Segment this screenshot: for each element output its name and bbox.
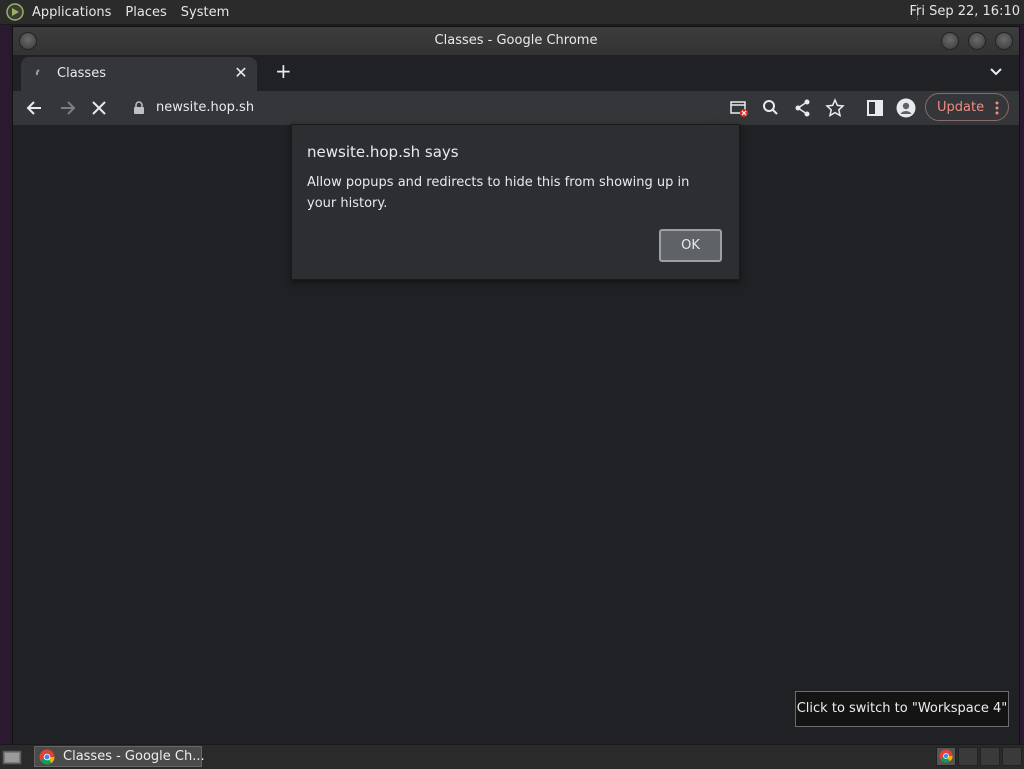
distro-logo-icon[interactable] bbox=[6, 3, 24, 21]
forward-arrow-icon[interactable] bbox=[57, 98, 77, 118]
window-titlebar[interactable]: Classes - Google Chrome bbox=[13, 27, 1019, 55]
loading-spinner-icon bbox=[35, 69, 40, 76]
dialog-message: Allow popups and redirects to hide this … bbox=[307, 175, 690, 211]
workspace-2[interactable] bbox=[958, 747, 978, 766]
ok-button[interactable]: OK bbox=[659, 229, 722, 262]
lock-icon[interactable] bbox=[133, 101, 145, 115]
profile-avatar-icon[interactable] bbox=[896, 98, 916, 118]
back-arrow-icon[interactable] bbox=[25, 98, 45, 118]
window-title: Classes - Google Chrome bbox=[434, 33, 598, 48]
taskbar-item-label: Classes - Google Ch... bbox=[63, 749, 205, 764]
top-panel: Applications Places System Fri Sep 22, 1… bbox=[0, 0, 1024, 25]
maximize-button[interactable] bbox=[968, 32, 986, 50]
popup-blocked-icon[interactable] bbox=[729, 98, 749, 118]
kebab-menu-icon[interactable] bbox=[995, 100, 999, 116]
close-window-button[interactable] bbox=[995, 32, 1013, 50]
dialog-title: newsite.hop.sh says bbox=[307, 143, 459, 161]
menu-places[interactable]: Places bbox=[125, 5, 166, 20]
workspace-1[interactable] bbox=[936, 747, 956, 766]
window-menu-button[interactable] bbox=[19, 32, 37, 50]
clock[interactable]: Fri Sep 22, 16:10 bbox=[909, 4, 1020, 19]
bookmark-star-icon[interactable] bbox=[825, 98, 845, 118]
show-desktop-icon[interactable] bbox=[2, 748, 22, 766]
zoom-search-icon[interactable] bbox=[761, 98, 781, 118]
update-button[interactable]: Update bbox=[925, 93, 1009, 121]
update-label: Update bbox=[937, 100, 985, 115]
tab-title: Classes bbox=[57, 66, 106, 81]
share-icon[interactable] bbox=[793, 98, 813, 118]
browser-toolbar: newsite.hop.sh Update bbox=[13, 91, 1019, 125]
workspace-tooltip: Click to switch to "Workspace 4" bbox=[795, 691, 1009, 727]
minimize-button[interactable] bbox=[941, 32, 959, 50]
workspace-3[interactable] bbox=[980, 747, 1000, 766]
menu-system[interactable]: System bbox=[181, 5, 229, 20]
alert-dialog: newsite.hop.sh says Allow popups and red… bbox=[291, 124, 740, 280]
tab-classes[interactable]: Classes ✕ bbox=[21, 57, 257, 91]
side-panel-icon[interactable] bbox=[865, 98, 885, 118]
tab-search-chevron-icon[interactable] bbox=[989, 65, 1003, 79]
menu-applications[interactable]: Applications bbox=[32, 5, 111, 20]
chrome-icon bbox=[39, 749, 55, 765]
workspace-chrome-icon bbox=[939, 749, 953, 763]
url-text[interactable]: newsite.hop.sh bbox=[156, 100, 254, 115]
tab-strip: Classes ✕ + bbox=[13, 55, 1019, 91]
bottom-taskbar: Classes - Google Ch... bbox=[0, 744, 1024, 769]
taskbar-item-chrome[interactable]: Classes - Google Ch... bbox=[34, 746, 205, 767]
desktop-edge-left bbox=[0, 24, 12, 744]
tab-close-icon[interactable]: ✕ bbox=[233, 65, 249, 81]
stop-loading-icon[interactable] bbox=[89, 98, 109, 118]
new-tab-button[interactable]: + bbox=[275, 61, 295, 81]
workspace-4[interactable] bbox=[1002, 747, 1022, 766]
address-bar[interactable]: newsite.hop.sh bbox=[123, 94, 723, 122]
